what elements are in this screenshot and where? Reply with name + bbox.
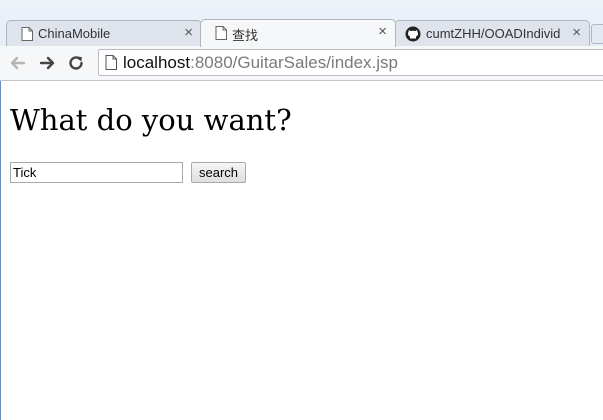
tab-title: ChinaMobile — [38, 26, 111, 41]
new-tab-button[interactable] — [591, 24, 603, 44]
page-icon — [105, 55, 117, 70]
browser-toolbar: localhost:8080/GuitarSales/index.jsp — [0, 46, 603, 81]
tab-title: 查找 — [232, 28, 259, 43]
close-icon[interactable]: × — [184, 25, 193, 41]
search-button[interactable]: search — [191, 162, 246, 183]
search-input[interactable] — [10, 162, 183, 183]
github-icon — [405, 26, 421, 42]
back-arrow-icon[interactable] — [7, 52, 29, 74]
url-path: :8080/GuitarSales/index.jsp — [190, 53, 399, 72]
address-bar[interactable]: localhost:8080/GuitarSales/index.jsp — [98, 49, 603, 76]
forward-arrow-icon[interactable] — [36, 52, 58, 74]
tab-strip: ChinaMobile × 查找 × cumtZHH/OOADIndivid × — [0, 0, 603, 47]
window-border — [0, 81, 1, 420]
tab-title: cumtZHH/OOADIndivid — [426, 26, 561, 41]
page-icon — [21, 27, 33, 41]
close-icon[interactable]: × — [378, 24, 387, 40]
page-content: What do you want? search — [0, 81, 603, 420]
tab-github[interactable]: cumtZHH/OOADIndivid × — [394, 20, 590, 46]
page-icon — [215, 26, 227, 40]
tab-chinamobile[interactable]: ChinaMobile × — [6, 20, 202, 46]
page-heading: What do you want? — [10, 103, 292, 137]
url-host: localhost — [123, 53, 191, 72]
reload-icon[interactable] — [65, 52, 87, 74]
url-text: localhost:8080/GuitarSales/index.jsp — [123, 53, 398, 73]
tab-search-page[interactable]: 查找 × — [200, 19, 396, 47]
close-icon[interactable]: × — [572, 25, 581, 41]
